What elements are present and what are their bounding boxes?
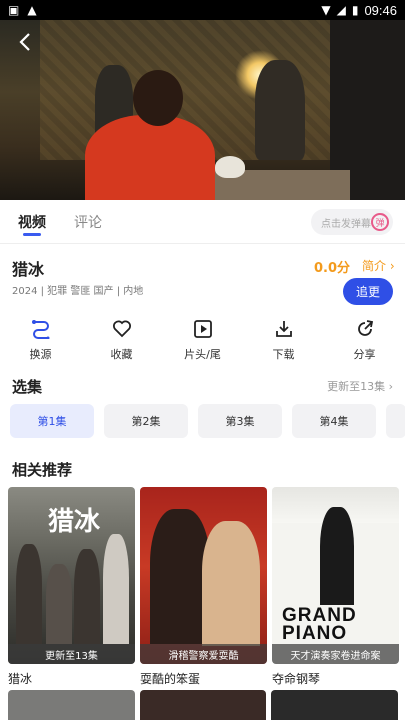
video-player[interactable] xyxy=(0,20,405,200)
play-skip-icon xyxy=(192,318,214,340)
poster-figure xyxy=(103,534,129,644)
episode-item[interactable]: 第3集 xyxy=(198,404,282,438)
status-bar: ▣ ▲ ▼ ◢ ▮ 09:46 xyxy=(0,0,405,20)
poster-figure xyxy=(46,564,72,644)
recommend-name: 猎冰 xyxy=(8,672,33,686)
poster-tag: 滑稽警察爱耍酷 xyxy=(140,644,267,664)
poster-tag: 更新至13集 xyxy=(8,644,135,664)
tab-comments[interactable]: 评论 xyxy=(74,200,102,244)
download-icon xyxy=(273,318,295,340)
recommend-title: 相关推荐 xyxy=(12,461,73,479)
favorite-button[interactable]: 收藏 xyxy=(81,318,162,368)
video-frame-main-figure xyxy=(85,115,215,200)
download-button[interactable]: 下载 xyxy=(243,318,324,368)
poster-figure xyxy=(202,521,260,646)
switch-source-button[interactable]: 换源 xyxy=(0,318,81,368)
recommend-name: 夺命钢琴 xyxy=(272,672,321,686)
app-notification-icon: ▲ xyxy=(27,3,37,17)
share-label: 分享 xyxy=(353,348,376,361)
episodes-update-link[interactable]: 更新至13集 › xyxy=(327,378,393,394)
show-meta: 2024 | 犯罪 警匪 国产 | 内地 xyxy=(12,286,144,297)
favorite-label: 收藏 xyxy=(110,348,133,361)
download-label: 下载 xyxy=(272,348,295,361)
intro-label: 简介 xyxy=(362,259,387,273)
poster-image[interactable] xyxy=(139,690,267,720)
back-icon[interactable] xyxy=(14,30,38,54)
show-score: 0.0分 xyxy=(314,261,351,276)
poster-image[interactable] xyxy=(271,690,399,720)
signal-icon: ◢ xyxy=(336,3,346,17)
intro-link[interactable]: 简介 › xyxy=(362,257,395,274)
danmu-input[interactable]: 点击发弹幕 弹 xyxy=(311,209,393,235)
wifi-icon: ▼ xyxy=(321,3,331,17)
danmu-placeholder: 点击发弹幕 xyxy=(321,218,371,230)
poster-image: GRAND PIANO 天才演奏家卷进命案 xyxy=(272,487,399,664)
heart-icon xyxy=(111,318,133,340)
episode-list: 第1集 第2集 第3集 第4集 xyxy=(10,404,405,438)
episodes-update-label: 更新至13集 xyxy=(327,380,386,393)
chevron-right-icon: › xyxy=(388,380,393,393)
share-icon xyxy=(354,318,376,340)
switch-source-label: 换源 xyxy=(29,348,52,361)
switch-source-icon xyxy=(30,318,52,340)
poster-tag: 天才演奏家卷进命案 xyxy=(272,644,399,664)
status-time: 09:46 xyxy=(364,2,397,18)
video-frame-figure xyxy=(255,60,305,160)
poster-title: 猎冰 xyxy=(48,507,101,537)
recommend-list: 猎冰 更新至13集 猎冰 滑稽警察爱耍酷 耍酷的笨蛋 GRAND PIANO 天… xyxy=(8,487,399,687)
recommend-next-row xyxy=(8,690,399,720)
follow-button[interactable]: 追更 xyxy=(343,278,393,305)
poster-image: 滑稽警察爱耍酷 xyxy=(140,487,267,664)
episodes-title: 选集 xyxy=(12,378,43,396)
share-button[interactable]: 分享 xyxy=(324,318,405,368)
episode-item[interactable]: 第1集 xyxy=(10,404,94,438)
poster-image[interactable] xyxy=(8,690,135,720)
poster-image: 猎冰 更新至13集 xyxy=(8,487,135,664)
episode-item[interactable]: 第2集 xyxy=(104,404,188,438)
skip-intro-label: 片头/尾 xyxy=(184,348,221,361)
show-title: 猎冰 xyxy=(12,260,45,279)
episode-item[interactable] xyxy=(386,404,405,438)
chevron-right-icon: › xyxy=(389,259,395,273)
recommend-name: 耍酷的笨蛋 xyxy=(140,672,201,686)
poster-title: GRAND PIANO xyxy=(282,605,357,644)
tab-bar: 视频 评论 点击发弹幕 弹 xyxy=(0,200,405,244)
recommend-card[interactable]: 滑稽警察爱耍酷 耍酷的笨蛋 xyxy=(140,487,267,687)
poster-figure xyxy=(16,544,42,644)
action-bar: 换源 收藏 片头/尾 下载 分享 xyxy=(0,318,405,368)
video-frame-teapot xyxy=(215,156,245,178)
recommend-card[interactable]: GRAND PIANO 天才演奏家卷进命案 夺命钢琴 xyxy=(272,487,399,687)
danmu-icon[interactable]: 弹 xyxy=(371,213,389,231)
video-frame-main-figure-head xyxy=(133,70,183,126)
skip-intro-button[interactable]: 片头/尾 xyxy=(162,318,243,368)
image-notification-icon: ▣ xyxy=(8,3,20,17)
poster-figure xyxy=(74,549,100,644)
episode-item[interactable]: 第4集 xyxy=(292,404,376,438)
tab-video[interactable]: 视频 xyxy=(18,200,46,244)
recommend-card[interactable]: 猎冰 更新至13集 猎冰 xyxy=(8,487,135,687)
battery-icon: ▮ xyxy=(351,3,359,17)
poster-figure xyxy=(150,509,210,644)
poster-figure xyxy=(320,507,354,605)
